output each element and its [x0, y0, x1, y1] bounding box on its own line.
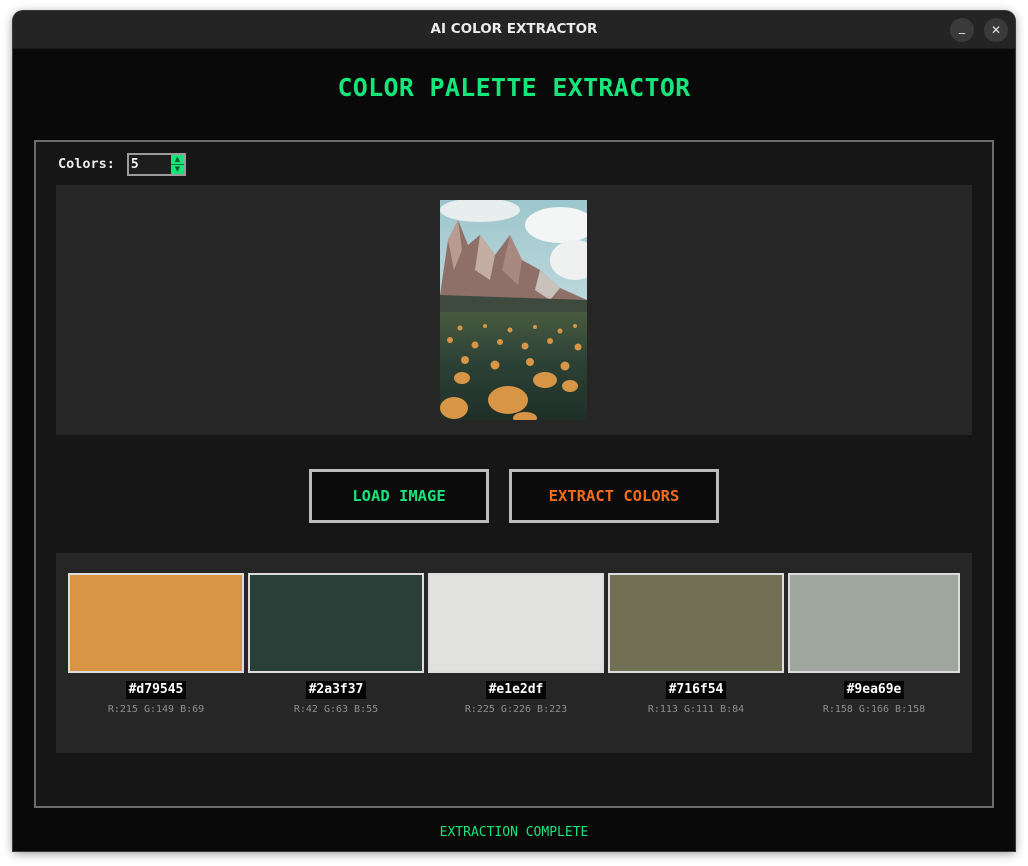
- color-swatch[interactable]: [248, 573, 424, 673]
- color-swatch[interactable]: [788, 573, 960, 673]
- minimize-button[interactable]: _: [950, 18, 974, 42]
- color-swatch[interactable]: [608, 573, 784, 673]
- colors-label: Colors:: [58, 156, 115, 172]
- palette-item: #9ea69e R:158 G:166 B:158: [788, 573, 960, 715]
- palette-item: #e1e2df R:225 G:226 B:223: [428, 573, 604, 715]
- colors-spinbox[interactable]: 5 ▲ ▼: [126, 152, 186, 176]
- spin-down-icon[interactable]: ▼: [170, 164, 184, 174]
- minimize-icon: _: [959, 20, 965, 34]
- colors-control: Colors: 5 ▲ ▼: [58, 152, 186, 176]
- hex-label: #9ea69e: [843, 681, 905, 699]
- rgb-label: R:158 G:166 B:158: [822, 704, 926, 715]
- rgb-label: R:42 G:63 B:55: [293, 704, 379, 715]
- rgb-label: R:215 G:149 B:69: [107, 704, 205, 715]
- loaded-image: [440, 200, 587, 420]
- rgb-label: R:113 G:111 B:84: [647, 704, 745, 715]
- hex-label: #2a3f37: [305, 681, 367, 699]
- palette-area: #d79545 R:215 G:149 B:69 #2a3f37 R:42 G:…: [56, 553, 972, 753]
- landscape-photo: [440, 200, 587, 420]
- title-bar: AI COLOR EXTRACTOR _ ✕: [13, 11, 1015, 49]
- app-title: COLOR PALETTE EXTRACTOR: [337, 73, 691, 102]
- color-swatch[interactable]: [428, 573, 604, 673]
- status-text: EXTRACTION COMPLETE: [439, 825, 589, 840]
- rgb-label: R:225 G:226 B:223: [464, 704, 568, 715]
- hex-label: #d79545: [125, 681, 187, 699]
- extract-colors-button[interactable]: EXTRACT COLORS: [509, 469, 719, 523]
- app-window: AI COLOR EXTRACTOR _ ✕ COLOR PALETTE EXT…: [13, 11, 1015, 851]
- image-preview-area: [56, 185, 972, 435]
- load-image-button[interactable]: LOAD IMAGE: [309, 469, 489, 523]
- palette-item: #d79545 R:215 G:149 B:69: [68, 573, 244, 715]
- palette-item: #716f54 R:113 G:111 B:84: [608, 573, 784, 715]
- window-title: AI COLOR EXTRACTOR: [430, 21, 598, 37]
- spin-up-icon[interactable]: ▲: [170, 154, 184, 165]
- close-icon: ✕: [990, 23, 1002, 37]
- hex-label: #e1e2df: [485, 681, 547, 699]
- main-panel: Colors: 5 ▲ ▼ LOAD IMAGE EXTRACT COLORS …: [34, 140, 994, 808]
- hex-label: #716f54: [665, 681, 727, 699]
- close-button[interactable]: ✕: [984, 18, 1008, 42]
- colors-value[interactable]: 5: [131, 155, 139, 174]
- color-swatch[interactable]: [68, 573, 244, 673]
- palette-item: #2a3f37 R:42 G:63 B:55: [248, 573, 424, 715]
- spin-arrows: ▲ ▼: [170, 154, 184, 174]
